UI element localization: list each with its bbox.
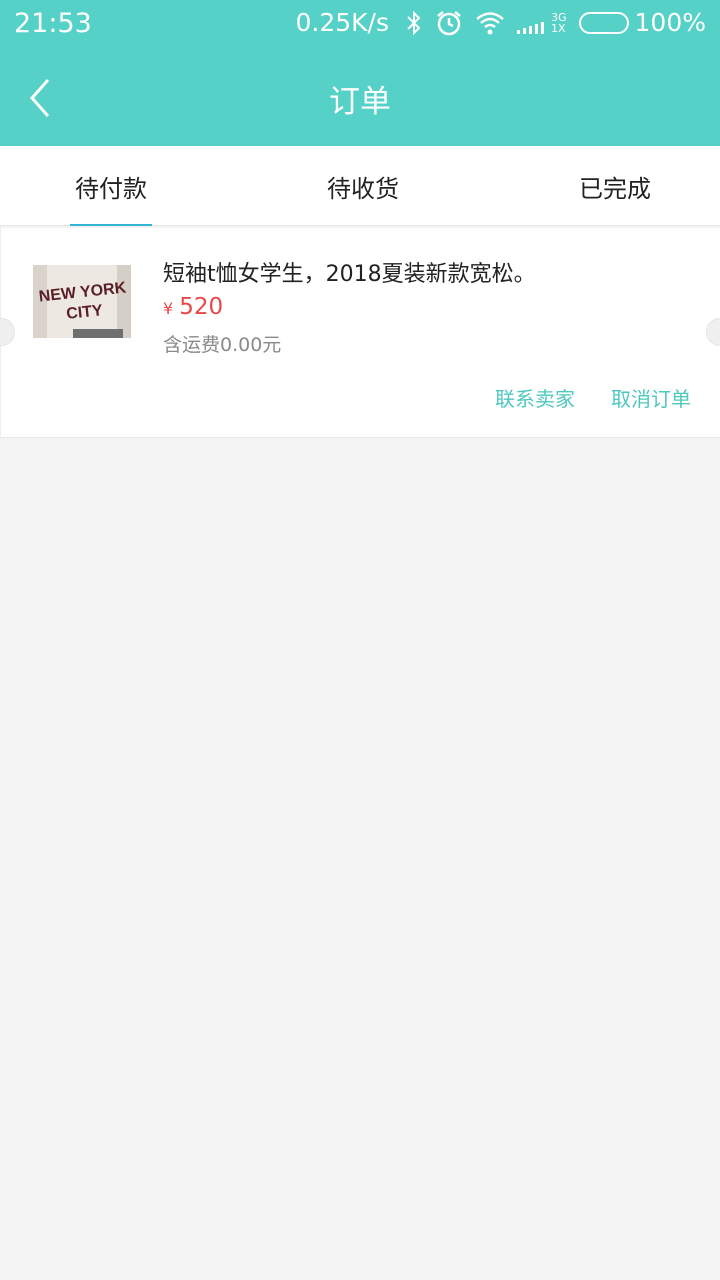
app-bar: 订单 [0,50,720,146]
signal-icon: 3G 1X [516,10,567,35]
card-notch-right [706,318,720,346]
card-notch-left [0,318,15,346]
status-icons: 0.25K/s 3G 1X 100% [295,8,706,37]
tab-completed[interactable]: 已完成 [572,146,658,226]
tab-pending-receipt[interactable]: 待收货 [320,146,406,226]
cancel-order-button[interactable]: 取消订单 [611,383,691,412]
signal-label: 3G 1X [550,10,567,35]
currency-symbol: ¥ [163,299,174,318]
tab-pending-payment[interactable]: 待付款 [70,146,152,226]
page-title: 订单 [329,84,391,120]
bluetooth-icon [405,10,423,36]
price-value: 520 [179,294,224,320]
product-price: ¥ 520 [163,294,223,320]
wifi-icon [475,11,505,35]
shipping-note: 含运费0.00元 [163,334,282,356]
tab-active-indicator [70,224,152,226]
order-tabs: 待付款 待收货 已完成 [0,146,720,226]
status-time: 21:53 [14,8,92,39]
contact-seller-button[interactable]: 联系卖家 [495,383,575,412]
product-thumbnail[interactable]: NEW YORK CITY [33,265,131,338]
order-card[interactable]: NEW YORK CITY 短袖t恤女学生，2018夏装新款宽松。 ¥ 520 … [0,228,720,438]
net-speed: 0.25K/s [295,8,389,37]
status-bar: 21:53 0.25K/s 3G 1X 100% [0,0,720,50]
battery-icon: 100% [578,8,706,37]
product-name[interactable]: 短袖t恤女学生，2018夏装新款宽松。 [163,256,536,288]
alarm-icon [435,9,463,37]
battery-percent: 100% [634,8,706,37]
